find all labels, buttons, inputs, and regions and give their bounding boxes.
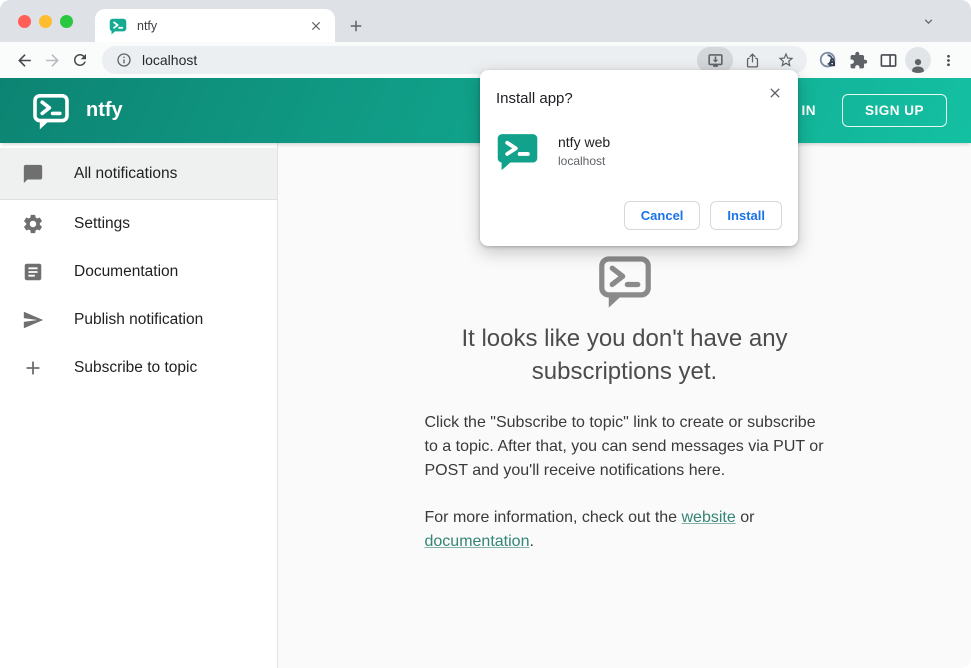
empty-state-paragraph: For more information, check out the webs…: [425, 506, 825, 554]
back-arrow-icon: [17, 53, 31, 67]
browser-window: ntfy localhost ntfy IN SIGN UP All notif…: [0, 0, 971, 668]
sign-up-button[interactable]: SIGN UP: [841, 94, 947, 127]
side-panel-button[interactable]: [873, 46, 903, 74]
sidebar-item-label: Publish notification: [74, 311, 204, 328]
article-icon: [24, 263, 42, 281]
sidebar-item-label: Subscribe to topic: [74, 359, 198, 376]
chat-bubble-icon: [23, 164, 43, 183]
sidebar-item-all-notifications[interactable]: All notifications: [0, 148, 277, 200]
site-info-icon[interactable]: [114, 50, 134, 70]
cancel-button[interactable]: Cancel: [623, 201, 701, 230]
forward-button[interactable]: [38, 46, 66, 74]
browser-tab[interactable]: ntfy: [95, 9, 335, 42]
puzzle-extensions-icon: [850, 51, 867, 68]
close-window-button[interactable]: [18, 15, 31, 28]
sidebar-item-label: Settings: [74, 215, 131, 232]
empty-state-heading: It looks like you don't have any subscri…: [461, 325, 788, 385]
window-controls: [18, 15, 73, 28]
sidebar-item-publish-notification[interactable]: Publish notification: [0, 296, 277, 344]
ntfy-favicon: [109, 18, 127, 34]
tab-title: ntfy: [137, 18, 158, 33]
reload-icon: [73, 54, 86, 66]
paragraph-text: For more information, check out the: [424, 509, 682, 526]
dialog-close-icon[interactable]: [764, 82, 786, 104]
back-button[interactable]: [10, 46, 38, 74]
send-icon: [23, 311, 44, 329]
install-app-icon: [707, 53, 723, 67]
reload-button[interactable]: [66, 46, 94, 74]
profile-button[interactable]: [903, 46, 933, 74]
dialog-app-meta: ntfy web localhost: [558, 134, 610, 168]
sidebar-item-label: Documentation: [74, 263, 179, 280]
ntfy-logo-gray-icon: [598, 256, 651, 308]
ntfy-app-icon: [497, 134, 538, 171]
website-link[interactable]: website: [682, 509, 736, 526]
tab-search-chevron-icon[interactable]: [917, 10, 939, 32]
kebab-menu-icon: [946, 54, 950, 66]
dialog-app-row: ntfy web localhost: [496, 129, 782, 172]
dialog-actions: Cancel Install: [496, 201, 782, 230]
dialog-app-name: ntfy web: [558, 133, 611, 150]
dialog-app-origin: localhost: [558, 153, 606, 168]
sidebar-item-settings[interactable]: Settings: [0, 200, 277, 248]
tab-strip: ntfy: [0, 0, 971, 42]
sidebar: All notifications Settings Documentation…: [0, 143, 278, 668]
password-manager-extension-button[interactable]: [813, 46, 843, 74]
minimize-window-button[interactable]: [39, 15, 52, 28]
extensions-area: [813, 46, 963, 74]
share-icon: [746, 52, 758, 68]
bookmark-star-icon: [778, 52, 794, 67]
new-tab-button[interactable]: [344, 14, 368, 38]
paragraph-text: or: [735, 509, 755, 526]
brand-name: ntfy: [86, 99, 123, 121]
address-bar-url[interactable]: localhost: [142, 52, 693, 68]
sidebar-item-documentation[interactable]: Documentation: [0, 248, 277, 296]
install-app-dialog: Install app? ntfy web localhost Cancel I…: [480, 70, 798, 246]
zoom-window-button[interactable]: [60, 15, 73, 28]
side-panel-icon: [880, 53, 896, 67]
empty-state-text: Click the "Subscribe to topic" link to c…: [425, 388, 825, 554]
browser-menu-button[interactable]: [933, 46, 963, 74]
paragraph-text: .: [529, 533, 534, 550]
sidebar-item-label: All notifications: [74, 164, 178, 182]
dialog-title: Install app?: [496, 90, 573, 107]
password-manager-icon: [819, 51, 836, 68]
install-button[interactable]: Install: [710, 201, 782, 230]
ntfy-logo-icon: [33, 93, 69, 129]
forward-arrow-icon: [45, 53, 59, 67]
extensions-button[interactable]: [843, 46, 873, 74]
plus-icon: [26, 361, 40, 375]
gear-icon: [24, 214, 42, 234]
sidebar-item-subscribe-to-topic[interactable]: Subscribe to topic: [0, 344, 277, 392]
profile-avatar: [905, 47, 931, 73]
empty-state-paragraph: Click the "Subscribe to topic" link to c…: [424, 414, 824, 479]
documentation-link[interactable]: documentation: [425, 533, 530, 550]
tab-close-icon[interactable]: [307, 17, 325, 35]
